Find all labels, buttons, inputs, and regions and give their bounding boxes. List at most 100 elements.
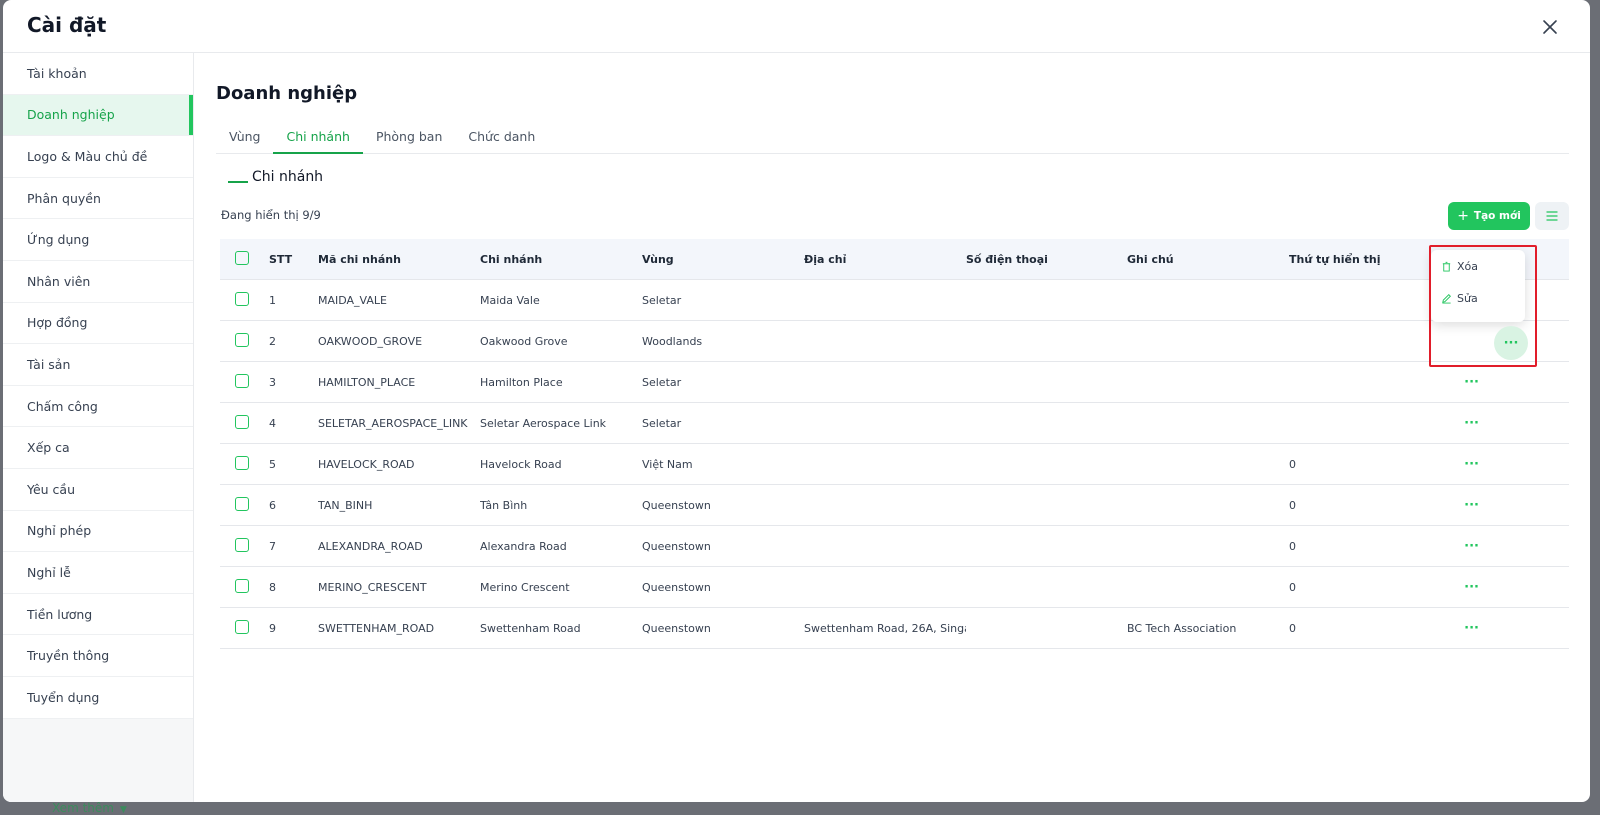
sidebar-item-12[interactable]: Nghỉ lễ [3, 552, 193, 594]
row-checkbox-cell [220, 578, 269, 596]
sidebar-item-15[interactable]: Tuyển dụng [3, 677, 193, 719]
row-checkbox[interactable] [235, 291, 249, 306]
row-checkbox[interactable] [235, 332, 249, 347]
more-icon: ··· [1503, 335, 1519, 351]
tab-bar: Vùng Chi nhánh Phòng ban Chức danh [216, 121, 1569, 154]
delete-menu-label: Xóa [1457, 259, 1479, 273]
more-icon[interactable]: ··· [1464, 621, 1479, 636]
sidebar-item-label: Hợp đồng [27, 315, 88, 331]
sidebar-item-14[interactable]: Truyền thông [3, 635, 193, 677]
table-header: STT Mã chi nhánh Chi nhánh Vùng Địa chỉ Số đi… [220, 239, 1569, 280]
cell-code: MAIDA_VALE [318, 293, 387, 307]
modal-header: Cài đặt [3, 0, 1590, 53]
cell-stt: 2 [269, 334, 276, 348]
sidebar-item-label: Phân quyền [27, 190, 101, 206]
trash-icon [1442, 261, 1451, 272]
more-icon[interactable]: ··· [1464, 580, 1479, 595]
table-row: 8 MERINO_CRESCENT Merino Crescent Queenstow… [220, 567, 1569, 608]
close-icon [1543, 20, 1557, 34]
row-2-more-button-active[interactable]: ··· [1494, 326, 1528, 360]
cell-name: Merino Crescent [480, 580, 570, 594]
tab-3[interactable]: Chức danh [455, 121, 548, 154]
sidebar-item-label: Yêu cầu [27, 481, 76, 497]
more-icon[interactable]: ··· [1464, 457, 1479, 472]
row-checkbox[interactable] [235, 619, 249, 634]
sidebar-item-13[interactable]: Tiền lương [3, 594, 193, 636]
tab-0[interactable]: Vùng [216, 121, 273, 154]
section-title-label: Chi nhánh [252, 169, 324, 185]
cell-stt: 8 [269, 580, 276, 594]
sidebar-item-6[interactable]: Hợp đồng [3, 303, 193, 345]
sidebar-item-label: Logo & Màu chủ đề [27, 148, 148, 164]
row-checkbox-cell [220, 332, 269, 350]
row-checkbox[interactable] [235, 373, 249, 388]
edit-menu-item[interactable]: Sửa [1431, 282, 1525, 314]
column-header: Vùng [642, 252, 674, 266]
cell-order: 0 [1289, 621, 1296, 635]
tab-2[interactable]: Phòng ban [363, 121, 455, 154]
table-row: 7 ALEXANDRA_ROAD Alexandra Road Queenstown 0… [220, 526, 1569, 567]
table-row: 6 TAN_BINH Tân Bình Queenstown 0 ··· [220, 485, 1569, 526]
column-header: Ghi chú [1127, 252, 1174, 266]
tab-1[interactable]: Chi nhánh [273, 121, 363, 154]
caret-down-icon: ▼ [119, 805, 127, 815]
cell-name: Havelock Road [480, 457, 562, 471]
sidebar-item-1[interactable]: Doanh nghiệp [3, 94, 193, 137]
sidebar-item-2[interactable]: Logo & Màu chủ đề [3, 136, 193, 178]
sidebar-item-label: Xếp ca [27, 440, 70, 456]
cell-note: BC Tech Association [1127, 621, 1237, 635]
sidebar-item-label: Truyền thông [27, 648, 110, 664]
more-icon[interactable]: ··· [1464, 375, 1479, 390]
sidebar-item-4[interactable]: Ứng dụng [3, 219, 193, 261]
cell-region: Seletar [642, 375, 682, 389]
cell-name: Hamilton Place [480, 375, 563, 389]
cell-stt: 5 [269, 457, 276, 471]
page-title: Doanh nghiệp [216, 83, 358, 104]
sidebar-item-label: Tài khoản [27, 65, 87, 81]
row-checkbox[interactable] [235, 414, 249, 429]
create-button[interactable]: + Tạo mới [1448, 202, 1530, 230]
table-row: 9 SWETTENHAM_ROAD Swettenham Road Queenstow… [220, 608, 1569, 649]
row-checkbox-cell [220, 496, 269, 514]
cell-code: SWETTENHAM_ROAD [318, 621, 435, 635]
column-header: Chi nhánh [480, 252, 543, 266]
sidebar-item-label: Nghỉ lễ [27, 564, 71, 580]
section-title-bar [228, 181, 248, 183]
sidebar-item-7[interactable]: Tài sản [3, 344, 193, 386]
sidebar-item-5[interactable]: Nhân viên [3, 261, 193, 303]
sidebar-item-8[interactable]: Chấm công [3, 386, 193, 428]
more-icon[interactable]: ··· [1464, 539, 1479, 554]
sidebar-item-0[interactable]: Tài khoản [3, 53, 193, 95]
row-actions-cell: ··· [1451, 416, 1529, 431]
column-header: Thứ tự hiển thị [1289, 252, 1381, 266]
sidebar-item-11[interactable]: Nghỉ phép [3, 511, 193, 553]
row-checkbox-cell [220, 455, 269, 473]
cell-stt: 7 [269, 539, 276, 553]
sidebar-item-label: Doanh nghiệp [27, 107, 115, 123]
select-all-checkbox[interactable] [235, 250, 249, 265]
cell-stt: 4 [269, 416, 276, 430]
sidebar-item-label: Nghỉ phép [27, 523, 92, 539]
sidebar-item-10[interactable]: Yêu cầu [3, 469, 193, 511]
column-menu-button[interactable] [1535, 202, 1569, 230]
more-icon[interactable]: ··· [1464, 498, 1479, 513]
column-header: STT [269, 252, 293, 266]
row-checkbox[interactable] [235, 496, 249, 511]
row-checkbox[interactable] [235, 455, 249, 470]
sidebar-item-9[interactable]: Xếp ca [3, 427, 193, 469]
cell-code: MERINO_CRESCENT [318, 580, 427, 594]
close-button[interactable] [1540, 17, 1560, 37]
row-actions-cell: ··· [1451, 498, 1529, 513]
sidebar-item-label: Tiền lương [27, 606, 93, 622]
row-checkbox-cell [220, 291, 269, 309]
cell-order: 0 [1289, 539, 1296, 553]
sidebar-item-label: Tài sản [27, 356, 71, 372]
row-checkbox[interactable] [235, 578, 249, 593]
row-actions-cell: ··· [1451, 539, 1529, 554]
delete-menu-item[interactable]: Xóa [1431, 250, 1525, 282]
cell-name: Maida Vale [480, 293, 540, 307]
row-checkbox[interactable] [235, 537, 249, 552]
sidebar-item-3[interactable]: Phân quyền [3, 178, 193, 220]
more-icon[interactable]: ··· [1464, 416, 1479, 431]
create-button-label: Tạo mới [1473, 210, 1521, 222]
